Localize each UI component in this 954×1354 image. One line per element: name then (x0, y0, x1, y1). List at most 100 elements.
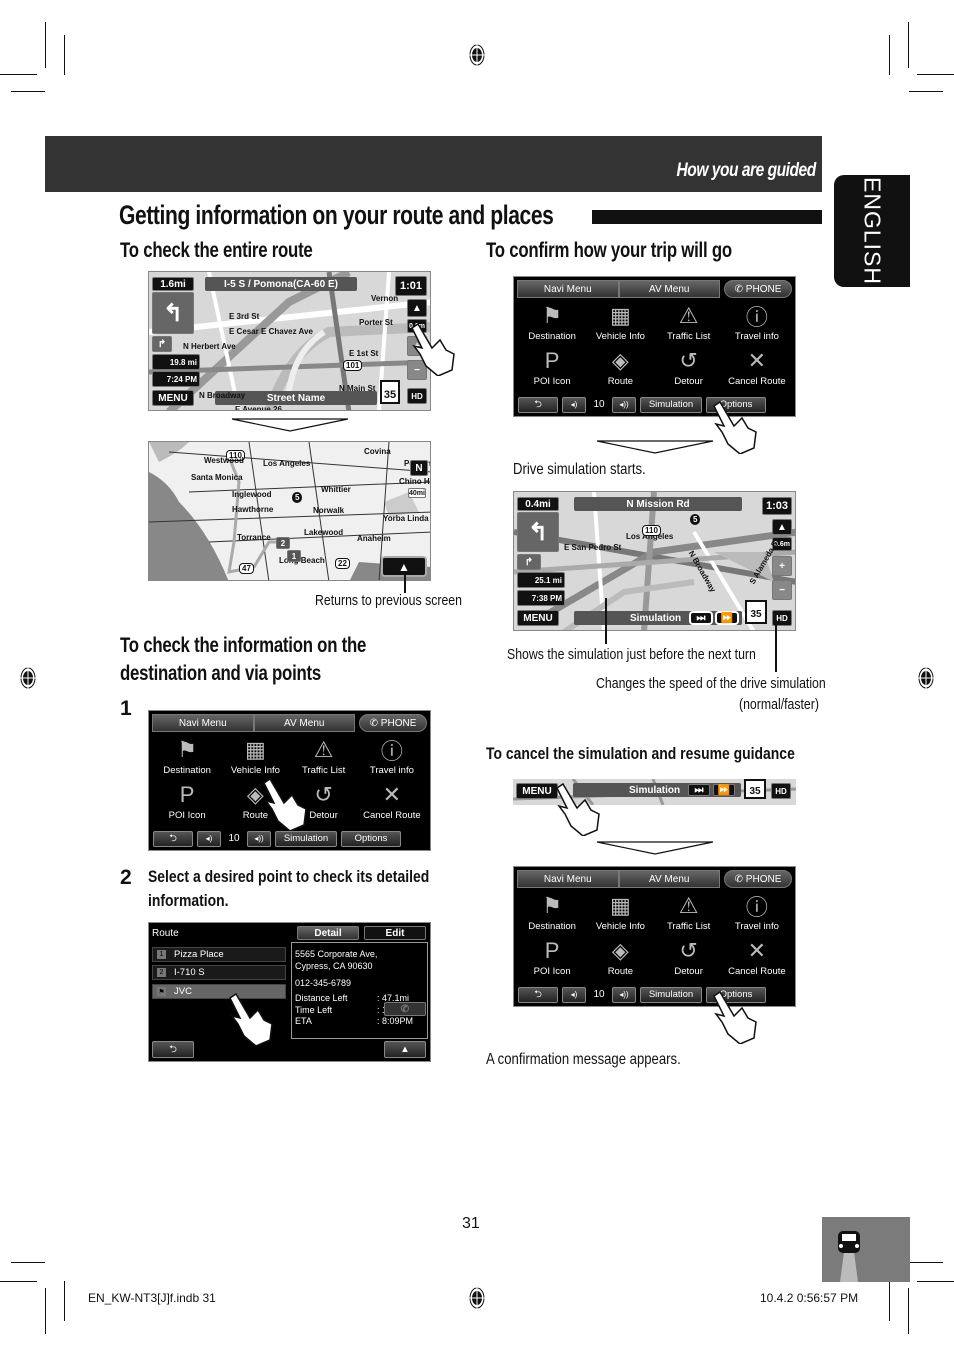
heading-cancel-simulation: To cancel the simulation and resume guid… (486, 744, 795, 763)
route-item[interactable]: 1 Pizza Place (152, 947, 286, 962)
street-name-bar: N Mission Rd (574, 497, 742, 511)
volume-up-button[interactable]: ◂)) (612, 986, 636, 1003)
route-item[interactable]: 2 I-710 S (152, 965, 286, 980)
return-to-route-button[interactable]: ▲ (381, 556, 427, 577)
menu-item-label: POI Icon (533, 966, 571, 977)
menu-item-detour[interactable]: ↺ Detour (655, 936, 723, 977)
tab-phone[interactable]: ✆ PHONE (724, 870, 792, 888)
menu-item-cancel-route[interactable]: ✕ Cancel Route (358, 780, 426, 821)
menu-item-cancel-route[interactable]: ✕ Cancel Route (723, 936, 791, 977)
menu-item-detour[interactable]: ↺ Detour (655, 346, 723, 387)
map-label: N Herbert Ave (183, 342, 236, 351)
compass-button[interactable]: ▲ (407, 299, 427, 317)
hd-button[interactable]: HD (771, 783, 791, 799)
detail-row: ETA: 8:09PM (295, 1016, 424, 1028)
menu-button[interactable]: MENU (516, 783, 558, 799)
menu-button[interactable]: MENU (517, 610, 559, 626)
arrow-down-icon (231, 418, 349, 432)
fast-forward-button[interactable]: ⏩ (715, 611, 739, 625)
tab-navi-menu[interactable]: Navi Menu (517, 280, 619, 298)
menu-item-route[interactable]: ◈ Route (586, 346, 654, 387)
options-button[interactable]: Options (341, 830, 401, 847)
tab-av-menu[interactable]: AV Menu (253, 714, 355, 732)
menu-item-vehicle-info[interactable]: ▦ Vehicle Info (586, 301, 654, 342)
back-button[interactable]: ⮌ (153, 830, 193, 847)
tab-phone-label: PHONE (745, 873, 782, 885)
skip-to-next-turn-button[interactable]: ⏭ (689, 611, 713, 625)
clock: 1:01 (395, 276, 427, 296)
poi-icon: P (544, 348, 560, 373)
menu-item-poi-icon[interactable]: P POI Icon (518, 346, 586, 387)
tab-av-menu[interactable]: AV Menu (618, 280, 720, 298)
speed-limit-value: 35 (383, 389, 397, 401)
compass-button[interactable]: ▲ (772, 519, 792, 535)
crop-mark (11, 1262, 45, 1263)
menu-item-vehicle-info[interactable]: ▦ Vehicle Info (221, 735, 289, 776)
edit-button[interactable]: Edit (364, 926, 426, 940)
callout-line (605, 598, 607, 644)
back-button[interactable]: ⮌ (152, 1041, 194, 1058)
volume-up-button[interactable]: ◂)) (612, 396, 636, 413)
waypoint-flag-1[interactable]: 1 (287, 550, 301, 562)
menu-item-destination[interactable]: ⚑ Destination (518, 891, 586, 932)
menu-item-travel-info[interactable]: ⓘ Travel info (723, 891, 791, 932)
navi-menu-screen: Navi Menu AV Menu ✆ PHONE ⚑ Destination ▦… (513, 866, 796, 1007)
waypoint-number: 1 (157, 950, 166, 959)
car-headlights-icon (838, 1231, 860, 1282)
hd-button[interactable]: HD (407, 388, 427, 404)
speed-limit-sign: 35 (744, 779, 766, 799)
vehicle-info-icon: ▦ (609, 303, 631, 328)
fast-forward-button[interactable]: ⏩ (713, 784, 735, 796)
menu-item-label: Traffic List (301, 765, 346, 776)
menu-item-traffic-list[interactable]: ⚠ Traffic List (655, 891, 723, 932)
menu-item-traffic-list[interactable]: ⚠ Traffic List (290, 735, 358, 776)
registration-mark-icon (20, 666, 36, 690)
heading-dest-info-line2: destination and via points (120, 662, 321, 685)
map-label: Long Beach (279, 556, 325, 565)
cancel-route-icon: ✕ (747, 348, 767, 373)
menu-item-cancel-route[interactable]: ✕ Cancel Route (723, 346, 791, 387)
arrow-down-icon (596, 440, 714, 454)
page-title: Getting information on your route and pl… (119, 200, 554, 230)
volume-down-button[interactable]: ◂) (197, 830, 221, 847)
waypoint-flag-2[interactable]: 2 (276, 537, 290, 549)
scale-readout: 40mi (408, 488, 426, 498)
menu-item-traffic-list[interactable]: ⚠ Traffic List (655, 301, 723, 342)
menu-item-destination[interactable]: ⚑ Destination (518, 301, 586, 342)
detail-button[interactable]: Detail (297, 926, 359, 940)
back-button[interactable]: ⮌ (518, 986, 558, 1003)
tab-av-menu[interactable]: AV Menu (618, 870, 720, 888)
route-arrow-icon: ▲ (400, 1044, 410, 1055)
simulation-button[interactable]: Simulation (275, 830, 337, 847)
volume-down-button[interactable]: ◂) (562, 396, 586, 413)
menu-item-poi-icon[interactable]: P POI Icon (153, 780, 221, 821)
menu-item-travel-info[interactable]: ⓘ Travel info (723, 301, 791, 342)
map-label: Norwalk (313, 506, 345, 515)
back-button[interactable]: ⮌ (518, 396, 558, 413)
tab-phone[interactable]: ✆ PHONE (359, 714, 427, 732)
highway-shield: 22 (335, 558, 350, 569)
skip-to-next-turn-button[interactable]: ⏭ (688, 784, 710, 796)
checkered-flag-icon: ⚑ (542, 303, 562, 328)
volume-down-button[interactable]: ◂) (562, 986, 586, 1003)
speed-limit-sign: 35 (745, 600, 767, 624)
finger-tap-icon (229, 992, 273, 1046)
simulation-button[interactable]: Simulation (640, 396, 702, 413)
volume-up-button[interactable]: ◂)) (247, 830, 271, 847)
menu-item-travel-info[interactable]: ⓘ Travel info (358, 735, 426, 776)
callout-speed-line1: Changes the speed of the drive simulatio… (596, 675, 826, 692)
simulation-button[interactable]: Simulation (640, 986, 702, 1003)
waypoint-number: 2 (157, 968, 166, 977)
route-map-button[interactable]: ▲ (384, 1041, 426, 1058)
menu-item-destination[interactable]: ⚑ Destination (153, 735, 221, 776)
tab-navi-menu[interactable]: Navi Menu (152, 714, 254, 732)
menu-button[interactable]: MENU (152, 390, 194, 406)
call-button[interactable]: ✆ (384, 1002, 426, 1016)
zoom-out-button[interactable]: − (772, 580, 792, 600)
tab-phone[interactable]: ✆ PHONE (724, 280, 792, 298)
menu-item-route[interactable]: ◈ Route (586, 936, 654, 977)
tab-navi-menu[interactable]: Navi Menu (517, 870, 619, 888)
zoom-in-button[interactable]: + (772, 556, 792, 576)
menu-item-poi-icon[interactable]: P POI Icon (518, 936, 586, 977)
menu-item-vehicle-info[interactable]: ▦ Vehicle Info (586, 891, 654, 932)
